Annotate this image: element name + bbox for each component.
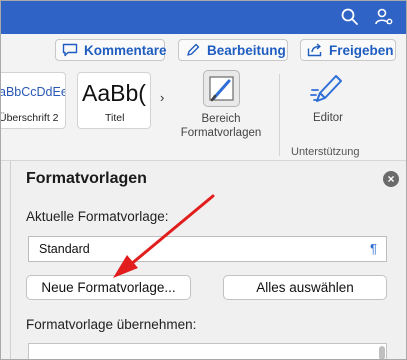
styles-pane-button[interactable] — [203, 70, 240, 107]
assistance-group-label: Unterstützung — [291, 146, 360, 158]
styles-pane-icon — [209, 76, 234, 102]
gallery-more-button[interactable]: › — [160, 90, 164, 105]
scrollbar-thumb[interactable] — [379, 346, 385, 360]
pane-title: Formatvorlagen — [26, 170, 147, 187]
styles-pane-label-line-1: Bereich — [201, 113, 241, 125]
style-title[interactable]: AaBb( Titel — [77, 72, 151, 129]
style-name-title: Titel — [105, 112, 125, 124]
select-all-button[interactable]: Alles auswählen — [223, 275, 387, 300]
share-label: Freigeben — [329, 42, 394, 58]
share-icon — [307, 43, 322, 57]
style-sample-title: AaBb( — [82, 80, 146, 106]
editor-label: Editor — [312, 112, 344, 124]
styles-pane-label-line-2: Formatvorlagen — [180, 127, 262, 139]
user-settings-icon[interactable] — [374, 7, 394, 27]
app-window: Kommentare Bearbeitung Freigeben aBbCcDd… — [0, 0, 407, 360]
close-icon[interactable]: × — [383, 171, 399, 187]
style-heading-2[interactable]: aBbCcDdEe Überschrift 2 — [0, 72, 66, 129]
ribbon: Kommentare Bearbeitung Freigeben aBbCcDd… — [0, 34, 407, 161]
pilcrow-icon: ¶ — [370, 241, 377, 256]
apply-style-list[interactable] — [28, 343, 387, 360]
editing-label: Bearbeitung — [207, 42, 286, 58]
pencil-icon — [187, 43, 200, 56]
styles-pane: Formatvorlagen × Aktuelle Formatvorlage:… — [0, 161, 407, 360]
pane-edge — [10, 161, 11, 360]
comments-button[interactable]: Kommentare — [55, 39, 167, 61]
editing-button[interactable]: Bearbeitung — [178, 39, 288, 61]
ribbon-divider — [279, 74, 280, 156]
apply-style-label: Formatvorlage übernehmen: — [26, 317, 197, 332]
current-style-field[interactable]: Standard ¶ — [28, 236, 387, 262]
editor-icon[interactable] — [308, 70, 348, 108]
share-button[interactable]: Freigeben — [300, 39, 396, 61]
style-name-heading-2: Überschrift 2 — [0, 112, 59, 124]
current-style-label: Aktuelle Formatvorlage: — [26, 209, 169, 224]
new-style-button[interactable]: Neue Formatvorlage... — [26, 275, 191, 300]
comment-icon — [62, 43, 78, 57]
comments-label: Kommentare — [84, 42, 167, 58]
current-style-value: Standard — [39, 242, 90, 256]
search-icon[interactable] — [340, 7, 360, 27]
title-bar — [0, 0, 407, 34]
styles-pane-label: Bereich Formatvorlagen — [179, 112, 263, 140]
style-sample-heading-2: aBbCcDdEe — [0, 85, 66, 99]
